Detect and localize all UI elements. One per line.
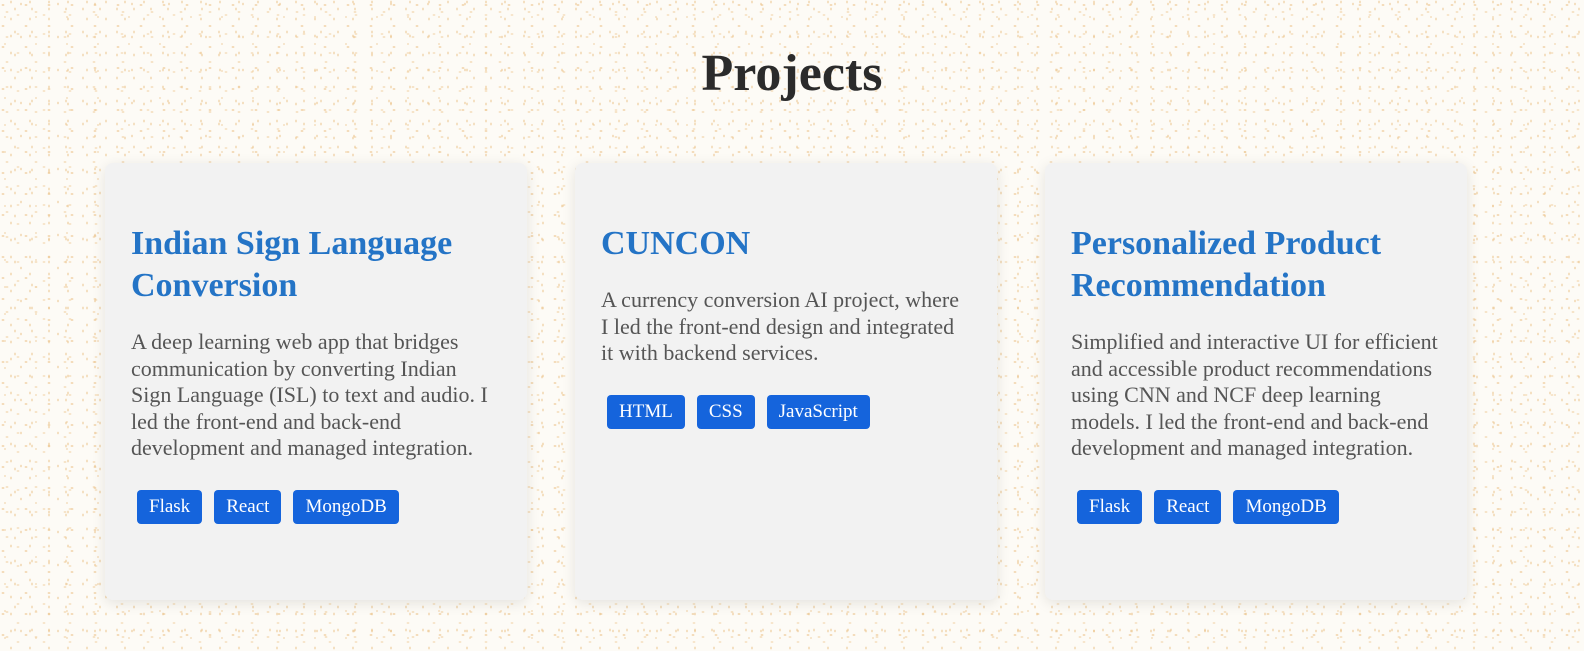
tag-react[interactable]: React [1154, 489, 1222, 524]
tag-flask[interactable]: Flask [1077, 489, 1143, 524]
tag-mongodb[interactable]: MongoDB [1233, 489, 1339, 524]
project-card-recommendation: Personalized Product Recommendation Simp… [1045, 163, 1467, 600]
tag-mongodb[interactable]: MongoDB [293, 489, 399, 524]
project-description: Simplified and interactive UI for effici… [1071, 329, 1438, 461]
project-title: Personalized Product Recommendation [1071, 225, 1382, 304]
tag-flask[interactable]: Flask [137, 489, 203, 524]
page-title: Projects [701, 45, 883, 102]
project-description: A deep learning web app that bridges com… [131, 329, 488, 461]
tag-react[interactable]: React [214, 489, 282, 524]
tech-tags: Flask React MongoDB [1077, 489, 1441, 524]
project-description: A currency conversion AI project, where … [601, 287, 959, 366]
project-card-isl: Indian Sign Language Conversion A deep l… [105, 163, 527, 600]
tech-tags: Flask React MongoDB [137, 489, 501, 524]
tag-javascript[interactable]: JavaScript [766, 394, 870, 429]
tag-css[interactable]: CSS [696, 394, 755, 429]
project-title: CUNCON [601, 225, 751, 262]
project-title: Indian Sign Language Conversion [131, 225, 453, 304]
tag-html[interactable]: HTML [607, 394, 685, 429]
project-card-cuncon: CUNCON A currency conversion AI project,… [575, 163, 997, 600]
tech-tags: HTML CSS JavaScript [607, 394, 971, 429]
